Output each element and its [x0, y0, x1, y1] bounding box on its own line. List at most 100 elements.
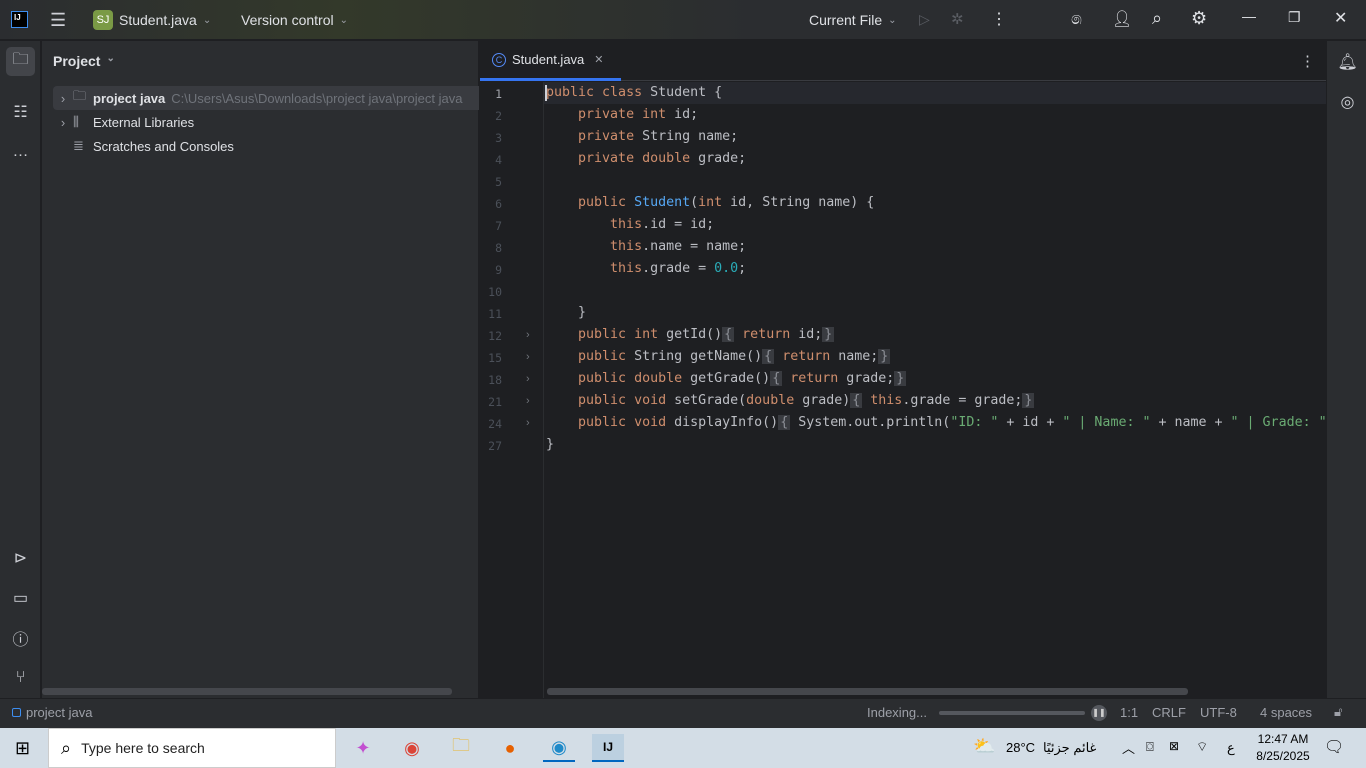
code-line: } [546, 434, 554, 456]
close-button[interactable]: ✕ [1334, 8, 1347, 28]
lock-icon[interactable]: 🔓︎ [1334, 704, 1342, 720]
indent-setting[interactable]: 4 spaces [1260, 705, 1312, 720]
tree-item-label: project java [93, 90, 166, 106]
code-line: public double getGrade(){ return grade;} [546, 368, 907, 390]
clock[interactable]: 12:47 AM 8/25/2025 [1248, 731, 1318, 765]
line-separator[interactable]: CRLF [1152, 705, 1186, 720]
settings-icon[interactable]: ⚙ [1191, 8, 1207, 29]
code-line: private double grade; [546, 148, 746, 170]
show-hidden-icons[interactable]: ︿ [1122, 738, 1135, 757]
add-user-icon[interactable]: 👤︎ [1112, 9, 1132, 29]
text-cursor [545, 85, 547, 101]
weather-text[interactable]: غائم جزئيًا [1043, 740, 1096, 756]
chrome-icon[interactable]: ◉ [396, 734, 428, 762]
code-token: public [578, 195, 635, 210]
expand-arrow-icon[interactable]: › [53, 91, 73, 106]
vcs-label: Version control [241, 12, 334, 28]
wifi-icon[interactable]: ⌔ [1196, 739, 1208, 755]
horizontal-scrollbar[interactable] [42, 688, 452, 695]
restore-button[interactable]: ❐ [1288, 9, 1301, 26]
problems-icon[interactable]: ⓘ [6, 623, 35, 652]
project-tool-icon[interactable]: 🗀 [6, 47, 35, 76]
battery-icon[interactable]: ⊠ [1169, 739, 1179, 753]
folded-region[interactable]: { [778, 415, 791, 430]
code-token: Student { [650, 85, 723, 100]
copilot-icon[interactable]: ✦ [347, 734, 379, 762]
camera-icon[interactable]: ⌼ [1146, 739, 1154, 755]
code-token: .id = id; [642, 217, 715, 232]
code-area[interactable]: public class Student { private int id; p… [480, 82, 1327, 698]
tree-item-scratches[interactable]: ≣ Scratches and Consoles [73, 134, 510, 158]
intellij-taskbar-icon[interactable]: IJ [592, 734, 624, 762]
file-explorer-icon[interactable]: 🗀 [445, 734, 477, 762]
pause-indexing-button[interactable]: ❚❚ [1091, 705, 1107, 721]
folded-region[interactable]: } [1022, 393, 1035, 408]
horizontal-scrollbar[interactable] [547, 688, 1188, 695]
status-bar: project java Indexing... ❚❚ 1:1 CRLF UTF… [0, 698, 1366, 728]
code-token: grade; [698, 151, 747, 166]
structure-tool-icon[interactable]: ☷ [6, 97, 35, 126]
more-tools-icon[interactable]: … [6, 137, 35, 166]
more-icon[interactable]: ⋮ [991, 9, 1007, 29]
taskbar-search-box[interactable]: ⌕ Type here to search [48, 728, 336, 768]
code-token: } [546, 305, 587, 320]
main-menu-icon[interactable]: ☰ [50, 10, 66, 31]
edge-icon[interactable]: ◉ [543, 734, 575, 762]
chevron-down-icon: ⌄ [106, 53, 115, 64]
folded-region[interactable]: } [822, 327, 835, 342]
folded-region[interactable]: { [722, 327, 735, 342]
folded-region[interactable]: { [762, 349, 775, 364]
windows-start-icon[interactable]: ⊞ [15, 738, 30, 759]
folded-region[interactable]: { [770, 371, 783, 386]
run-icon[interactable]: ▷ [919, 11, 930, 28]
chevron-down-icon: ⌄ [888, 14, 897, 26]
code-token: grade) [802, 393, 851, 408]
notification-center-icon[interactable]: 🗨︎ [1324, 737, 1344, 757]
code-line: public class Student { [546, 82, 722, 104]
intellij-logo-icon[interactable]: IJ [11, 11, 28, 28]
code-line: this.id = id; [546, 214, 714, 236]
tree-item-project-java[interactable]: › 🗀 project java C:\Users\Asus\Downloads… [53, 86, 479, 110]
run-config-selector[interactable]: Current File ⌄ [809, 12, 897, 28]
expand-arrow-icon[interactable]: › [53, 115, 73, 130]
library-icon: ⫼ [73, 114, 79, 129]
tree-item-external-libraries[interactable]: › ⫼ External Libraries [53, 110, 490, 134]
version-control-menu[interactable]: Version control ⌄ [241, 12, 348, 28]
temperature[interactable]: 28°C [1006, 740, 1035, 755]
code-token: id; [674, 107, 699, 122]
services-icon[interactable]: ⊳ [6, 543, 35, 572]
terminal-icon[interactable]: ▭ [6, 583, 35, 612]
tab-options-icon[interactable]: ⋮ [1300, 52, 1315, 70]
ai-chat-icon[interactable]: ◎ [1333, 87, 1362, 116]
code-token: .grade = [642, 261, 715, 276]
code-token: + id + [998, 415, 1063, 430]
folded-region[interactable]: } [878, 349, 891, 364]
input-language[interactable]: ع [1227, 740, 1235, 756]
debug-icon[interactable]: ✲ [951, 10, 964, 28]
code-token: return [782, 371, 847, 386]
firefox-icon[interactable]: ● [494, 734, 526, 762]
notifications-icon[interactable]: 🔔︎ [1333, 47, 1362, 76]
folded-region[interactable]: { [850, 393, 863, 408]
git-icon[interactable]: ⑂ [6, 663, 35, 692]
search-icon[interactable]: ⌕ [1152, 8, 1162, 29]
code-token: getGrade() [690, 371, 771, 386]
code-token: int [634, 327, 667, 342]
file-encoding[interactable]: UTF-8 [1200, 705, 1237, 720]
tab-student-java[interactable]: C Student.java ✕ [480, 41, 621, 81]
minimize-button[interactable]: — [1242, 8, 1256, 24]
close-tab-icon[interactable]: ✕ [594, 53, 603, 66]
breadcrumb[interactable]: project java [26, 705, 92, 720]
ai-assistant-icon[interactable]: ෧ [1071, 9, 1082, 29]
project-badge: SJ [93, 10, 113, 30]
code-token: double [746, 393, 803, 408]
project-panel-title: Project [53, 53, 101, 69]
code-token: class [602, 85, 651, 100]
project-panel-header[interactable]: Project ⌄ [53, 53, 115, 69]
project-selector[interactable]: SJ Student.java ⌄ [93, 10, 211, 30]
caret-position[interactable]: 1:1 [1120, 705, 1138, 720]
folded-region[interactable]: } [894, 371, 907, 386]
